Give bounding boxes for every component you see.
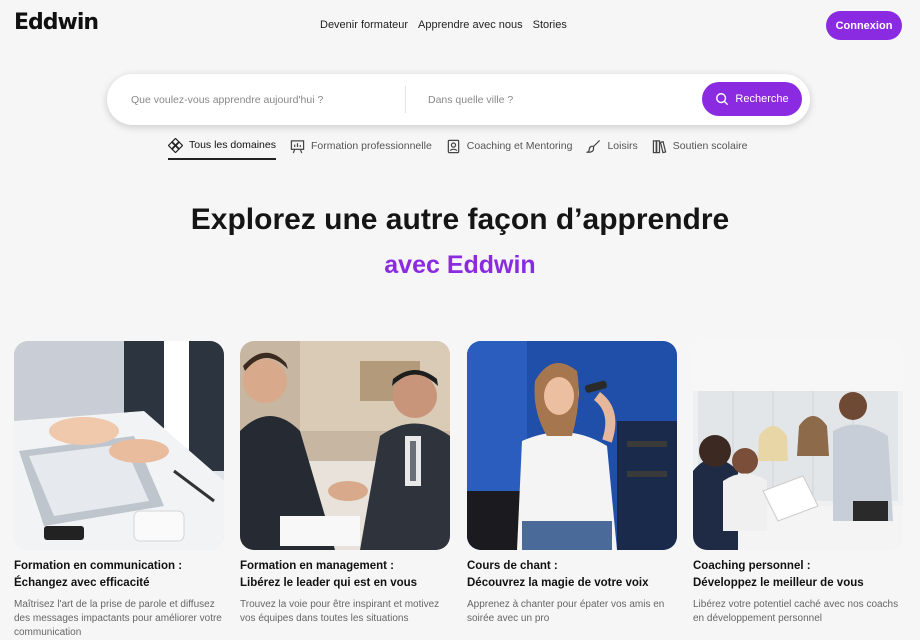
- card-description: Apprenez à chanter pour épater vos amis …: [467, 599, 665, 624]
- city-input[interactable]: [428, 91, 668, 109]
- search-bar: Recherche: [107, 74, 810, 125]
- tab-label: Formation professionnelle: [310, 140, 432, 152]
- nav-link-stories[interactable]: Stories: [533, 19, 567, 31]
- card-title-line1: Formation en communication :: [14, 560, 183, 572]
- category-tabs: Tous les domaines Formation professionne…: [168, 136, 748, 160]
- tab-soutien-scolaire[interactable]: Soutien scolaire: [652, 136, 748, 156]
- card-description: Libérez votre potentiel caché avec nos c…: [693, 599, 899, 624]
- tab-label: Soutien scolaire: [672, 140, 748, 152]
- books-icon: [652, 139, 667, 153]
- card-title-line1: Coaching personnel :: [693, 560, 811, 572]
- team-meeting-photo: [693, 341, 903, 550]
- card-description: Maîtrisez l'art de la prise de parole et…: [14, 599, 222, 638]
- domains-icon: [168, 137, 183, 153]
- badge-icon: [447, 139, 460, 153]
- card-title-line1: Cours de chant :: [467, 560, 558, 572]
- card-description: Trouvez la voie pour être inspirant et m…: [240, 599, 440, 624]
- search-icon: [716, 93, 729, 106]
- tab-tous-les-domaines[interactable]: Tous les domaines: [168, 136, 276, 160]
- login-button[interactable]: Connexion: [826, 11, 902, 40]
- brush-icon: [586, 139, 601, 153]
- card-title-line2: Libérez le leader qui est en vous: [240, 577, 418, 589]
- search-button[interactable]: Recherche: [702, 82, 802, 116]
- header: Eddwin Devenir formateur Apprendre avec …: [0, 0, 920, 52]
- presentation-icon: [290, 139, 305, 153]
- tab-formation-professionnelle[interactable]: Formation professionnelle: [290, 136, 432, 156]
- main-nav: Devenir formateur Apprendre avec nous St…: [320, 19, 567, 31]
- search-query-input[interactable]: [131, 91, 391, 109]
- singer-microphone-photo: [467, 341, 677, 550]
- hero-subtitle: avec Eddwin: [384, 251, 536, 279]
- search-divider: [405, 86, 406, 113]
- laptop-typing-photo: [14, 341, 224, 550]
- course-card-coaching[interactable]: Coaching personnel : Développez le meill…: [693, 341, 903, 624]
- tab-coaching-mentoring[interactable]: Coaching et Mentoring: [446, 136, 573, 156]
- nav-link-devenir-formateur[interactable]: Devenir formateur: [320, 19, 408, 31]
- card-title-line2: Découvrez la magie de votre voix: [467, 577, 649, 589]
- card-title-line1: Formation en management :: [240, 560, 394, 572]
- course-card-chant[interactable]: Cours de chant : Découvrez la magie de v…: [467, 341, 677, 624]
- tab-label: Loisirs: [607, 140, 638, 152]
- nav-link-apprendre[interactable]: Apprendre avec nous: [418, 19, 523, 31]
- course-card-communication[interactable]: Formation en communication : Échangez av…: [14, 341, 224, 638]
- tab-label: Tous les domaines: [189, 139, 276, 151]
- search-button-label: Recherche: [735, 93, 789, 105]
- tab-loisirs[interactable]: Loisirs: [586, 136, 638, 156]
- logo[interactable]: Eddwin: [14, 10, 99, 35]
- card-title-line2: Échangez avec efficacité: [14, 577, 150, 589]
- handshake-photo: [240, 341, 450, 550]
- hero-title: Explorez une autre façon d’apprendre: [190, 203, 730, 236]
- card-title-line2: Développez le meilleur de vous: [693, 577, 864, 589]
- course-card-management[interactable]: Formation en management : Libérez le lea…: [240, 341, 450, 624]
- tab-label: Coaching et Mentoring: [466, 140, 573, 152]
